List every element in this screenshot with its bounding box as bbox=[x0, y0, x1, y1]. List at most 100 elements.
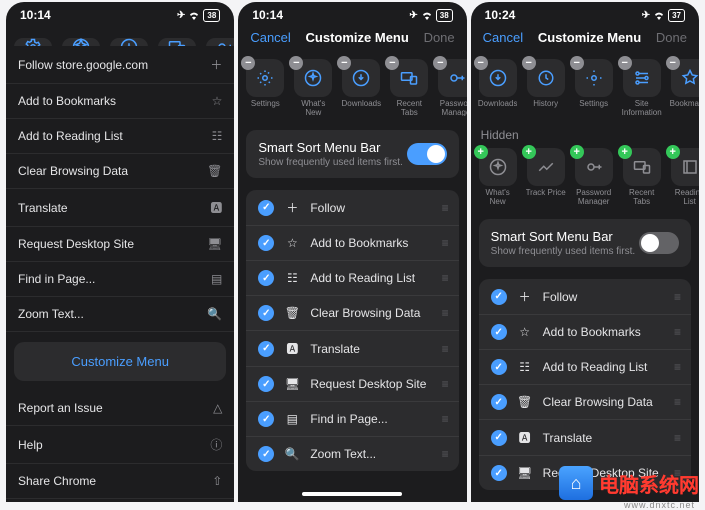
add-badge[interactable]: + bbox=[570, 145, 584, 159]
check-icon[interactable]: ✓ bbox=[258, 270, 274, 286]
reorder-item[interactable]: ✓🗑Clear Browsing Data≡ bbox=[246, 296, 458, 331]
done-button[interactable]: Done bbox=[424, 30, 455, 45]
plus-icon: ＋ bbox=[210, 56, 222, 73]
star-icon: ☆ bbox=[212, 94, 223, 108]
quick-item-history[interactable]: −History bbox=[525, 59, 567, 116]
reorder-item[interactable]: ✓🔍Zoom Text...≡ bbox=[246, 437, 458, 471]
quick-item-recent-tabs[interactable]: −Recent Tabs bbox=[388, 59, 430, 116]
check-icon[interactable]: ✓ bbox=[258, 411, 274, 427]
reorder-item[interactable]: ✓＋Follow≡ bbox=[479, 279, 691, 315]
add-badge[interactable]: + bbox=[522, 145, 536, 159]
star-icon: ☆ bbox=[517, 325, 533, 339]
zoom-icon: 🔍 bbox=[284, 447, 300, 461]
drag-handle[interactable]: ≡ bbox=[442, 271, 447, 285]
add-badge[interactable]: + bbox=[666, 145, 680, 159]
drag-handle[interactable]: ≡ bbox=[442, 201, 447, 215]
check-icon[interactable]: ✓ bbox=[491, 359, 507, 375]
reorder-item[interactable]: ✓＋Follow≡ bbox=[246, 190, 458, 226]
check-icon[interactable]: ✓ bbox=[491, 289, 507, 305]
drag-handle[interactable]: ≡ bbox=[442, 306, 447, 320]
cancel-button[interactable]: Cancel bbox=[483, 30, 523, 45]
help-icon: ⓘ bbox=[210, 436, 222, 453]
reorder-item[interactable]: ✓☆Add to Bookmarks≡ bbox=[246, 226, 458, 261]
quick-item-downloads[interactable]: −Downloads bbox=[477, 59, 519, 116]
drag-handle[interactable]: ≡ bbox=[674, 431, 679, 445]
watermark: ⌂ 电脑系统网 www.dnxtc.net bbox=[559, 466, 699, 500]
check-icon[interactable]: ✓ bbox=[258, 446, 274, 462]
star-icon: ☆ bbox=[284, 236, 300, 250]
menu-item-follow[interactable]: Follow store.google.com＋ bbox=[6, 46, 234, 84]
hidden-item-reading-list[interactable]: +Reading List bbox=[669, 148, 699, 205]
menu-item-find[interactable]: Find in Page...▤ bbox=[6, 262, 234, 297]
check-icon[interactable]: ✓ bbox=[258, 341, 274, 357]
check-icon[interactable]: ✓ bbox=[491, 394, 507, 410]
remove-badge[interactable]: − bbox=[666, 56, 680, 70]
check-icon[interactable]: ✓ bbox=[258, 305, 274, 321]
reorder-item[interactable]: ✓☷Add to Reading List≡ bbox=[246, 261, 458, 296]
remove-badge[interactable]: − bbox=[474, 56, 488, 70]
check-icon[interactable]: ✓ bbox=[491, 430, 507, 446]
reorder-item[interactable]: ✓▤Find in Page...≡ bbox=[246, 402, 458, 437]
drag-handle[interactable]: ≡ bbox=[442, 412, 447, 426]
cancel-button[interactable]: Cancel bbox=[250, 30, 290, 45]
reorder-item[interactable]: ✓🅰Translate≡ bbox=[246, 331, 458, 367]
smart-sort-toggle[interactable] bbox=[407, 143, 447, 165]
hidden-item-recent-tabs[interactable]: +Recent Tabs bbox=[621, 148, 663, 205]
zoom-icon: 🔍 bbox=[207, 307, 222, 321]
remove-badge[interactable]: − bbox=[570, 56, 584, 70]
menu-item-clear-data[interactable]: Clear Browsing Data🗑 bbox=[6, 154, 234, 189]
drag-handle[interactable]: ≡ bbox=[674, 325, 679, 339]
check-icon[interactable]: ✓ bbox=[258, 235, 274, 251]
menu-item-reading-list[interactable]: Add to Reading List☷ bbox=[6, 119, 234, 154]
status-icons: ✈ 38 bbox=[177, 9, 220, 22]
status-bar: 10:24 ✈ 37 bbox=[471, 2, 699, 24]
reading-list-icon: ☷ bbox=[284, 271, 300, 285]
menu-item-zoom[interactable]: Zoom Text...🔍 bbox=[6, 297, 234, 332]
quick-item-site-info[interactable]: −Site Information bbox=[621, 59, 663, 116]
drag-handle[interactable]: ≡ bbox=[442, 377, 447, 391]
quick-item-bookmarks[interactable]: −Bookmarks bbox=[669, 59, 699, 116]
reorder-item[interactable]: ✓☆Add to Bookmarks≡ bbox=[479, 315, 691, 350]
quick-item-settings[interactable]: −Settings bbox=[244, 59, 286, 116]
menu-item-translate[interactable]: Translate🅰 bbox=[6, 189, 234, 227]
add-badge[interactable]: + bbox=[618, 145, 632, 159]
drag-handle[interactable]: ≡ bbox=[674, 360, 679, 374]
smart-sort-toggle[interactable] bbox=[639, 232, 679, 254]
menu-item-share[interactable]: Share Chrome⇧ bbox=[6, 464, 234, 499]
hidden-item-track-price[interactable]: +Track Price bbox=[525, 148, 567, 205]
check-icon[interactable]: ✓ bbox=[491, 465, 507, 481]
menu-item-help[interactable]: Helpⓘ bbox=[6, 426, 234, 464]
quick-item-settings[interactable]: −Settings bbox=[573, 59, 615, 116]
hidden-item-password[interactable]: +Password Manager bbox=[573, 148, 615, 205]
reorder-list: ✓＋Follow≡ ✓☆Add to Bookmarks≡ ✓☷Add to R… bbox=[479, 279, 691, 490]
check-icon[interactable]: ✓ bbox=[258, 376, 274, 392]
menu-item-bookmarks[interactable]: Add to Bookmarks☆ bbox=[6, 84, 234, 119]
status-icons: ✈ 38 bbox=[409, 9, 452, 22]
drag-handle[interactable]: ≡ bbox=[442, 342, 447, 356]
check-icon[interactable]: ✓ bbox=[491, 324, 507, 340]
quick-item-password[interactable]: −Password Manager bbox=[436, 59, 466, 116]
remove-badge[interactable]: − bbox=[618, 56, 632, 70]
check-icon[interactable]: ✓ bbox=[258, 200, 274, 216]
menu-item-report[interactable]: Report an Issue△ bbox=[6, 391, 234, 426]
reorder-item[interactable]: ✓🅰Translate≡ bbox=[479, 420, 691, 456]
drag-handle[interactable]: ≡ bbox=[442, 447, 447, 461]
footer-list: Report an Issue△ Helpⓘ Share Chrome⇧ bbox=[6, 391, 234, 499]
quick-item-downloads[interactable]: −Downloads bbox=[340, 59, 382, 116]
hidden-item-whats-new[interactable]: +What's New bbox=[477, 148, 519, 205]
done-button[interactable]: Done bbox=[656, 30, 687, 45]
remove-badge[interactable]: − bbox=[522, 56, 536, 70]
reorder-item[interactable]: ✓☷Add to Reading List≡ bbox=[479, 350, 691, 385]
menu-item-desktop-site[interactable]: Request Desktop Site🖥 bbox=[6, 227, 234, 262]
reorder-item[interactable]: ✓🖥Request Desktop Site≡ bbox=[246, 367, 458, 402]
drag-handle[interactable]: ≡ bbox=[674, 290, 679, 304]
reorder-item[interactable]: ✓🗑Clear Browsing Data≡ bbox=[479, 385, 691, 420]
customize-menu-button[interactable]: Customize Menu bbox=[14, 342, 226, 381]
battery: 38 bbox=[436, 9, 453, 22]
time: 10:14 bbox=[20, 8, 51, 22]
quick-item-whats-new[interactable]: −What's New bbox=[292, 59, 334, 116]
home-indicator[interactable] bbox=[302, 492, 402, 496]
drag-handle[interactable]: ≡ bbox=[442, 236, 447, 250]
drag-handle[interactable]: ≡ bbox=[674, 395, 679, 409]
add-badge[interactable]: + bbox=[474, 145, 488, 159]
